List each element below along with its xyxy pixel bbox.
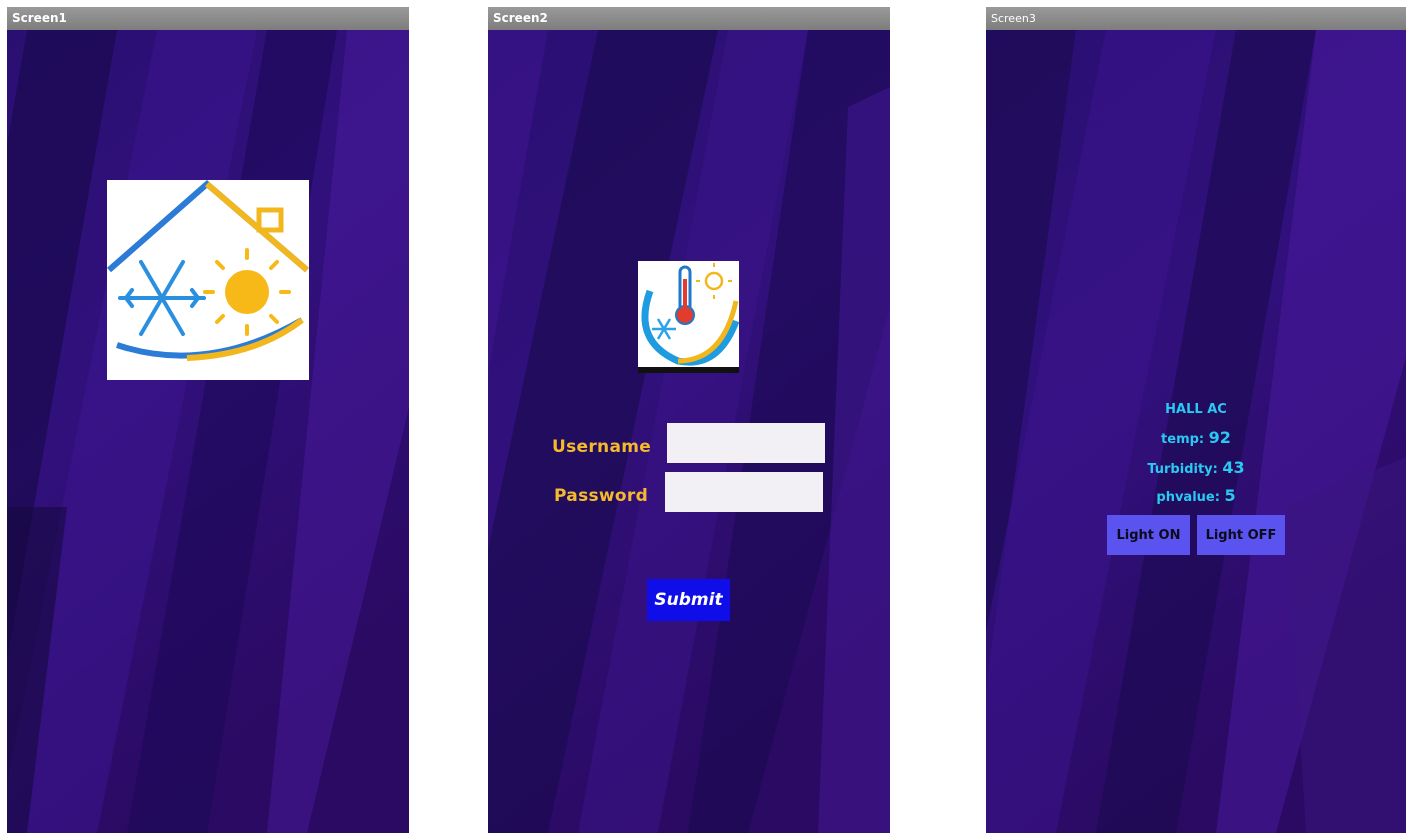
- ph-value: 5: [1224, 486, 1236, 505]
- password-label: Password: [554, 486, 649, 506]
- turbidity-readout: Turbidity: 43: [986, 458, 1406, 477]
- ph-readout: phvalue: 5: [986, 486, 1406, 505]
- light-off-button[interactable]: Light OFF: [1197, 515, 1285, 555]
- device-name: HALL AC: [1165, 402, 1227, 417]
- screen2-titlebar: Screen2: [488, 7, 890, 30]
- screen1-titlebar: Screen1: [7, 7, 409, 30]
- temp-label: temp:: [1161, 432, 1205, 447]
- username-input[interactable]: [667, 423, 825, 463]
- turbidity-label: Turbidity:: [1147, 462, 1218, 477]
- username-label: Username: [552, 437, 652, 457]
- temp-value: 92: [1208, 428, 1231, 447]
- striped-background: [488, 7, 890, 833]
- striped-background: [986, 7, 1406, 833]
- ph-label: phvalue:: [1156, 490, 1220, 505]
- thermometer-snowflake-sun-logo: [638, 261, 740, 373]
- striped-background: [7, 7, 409, 833]
- turbidity-value: 43: [1222, 458, 1245, 477]
- screen-2: Screen2 Username Password Submit: [488, 7, 890, 833]
- screen3-titlebar: Screen3: [986, 7, 1406, 30]
- house-snowflake-sun-logo: [107, 180, 309, 380]
- temp-readout: temp: 92: [986, 428, 1406, 447]
- submit-button[interactable]: Submit: [647, 579, 730, 621]
- password-input[interactable]: [665, 472, 823, 512]
- screen-1: Screen1: [7, 7, 409, 833]
- light-on-button[interactable]: Light ON: [1107, 515, 1190, 555]
- screen-3: Screen3 HALL AC temp: 92 Turbidity: 43 p…: [986, 7, 1406, 833]
